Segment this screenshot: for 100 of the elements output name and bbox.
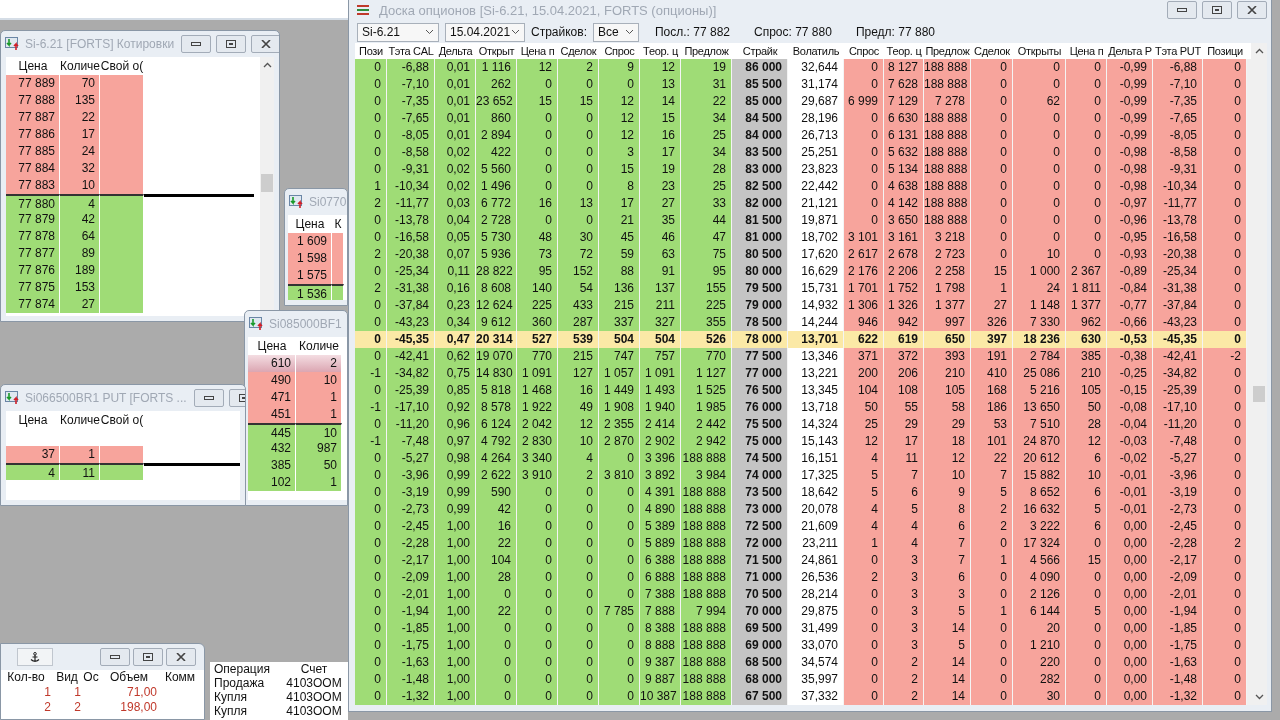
table-row[interactable]: 0 -1,85 1,00 0 0 0 0 8 388 188 888 69 500 31,499 0 3 14 0 20 0 0,00 -1,85 0	[355, 620, 1251, 637]
close-button[interactable]	[166, 648, 196, 666]
table-row[interactable]: 0 -1,63 1,00 0 0 0 0 9 387 188 888 68 500 34,574 0 2 14 0 220 0 0,00 -1,63 0	[355, 654, 1251, 671]
table-row[interactable]: -1 -34,82 0,75 14 830 1 091 127 1 057 1 091 1 127 77 000 13,221 200 206 210 410 25 086 210 -0,25 -34,82 0	[355, 365, 1251, 382]
scroll-up-icon[interactable]	[262, 62, 272, 68]
table-cell: 14	[924, 671, 971, 688]
table-row[interactable]: 0 -1,75 1,00 0 0 0 0 8 888 188 888 69 000 33,070 0 3 5 0 1 210 0 0,00 -1,75 0	[355, 637, 1251, 654]
table-row[interactable]: 2 -31,38 0,16 8 608 140 54 136 137 155 79 500 15,731 1 701 1 752 1 798 1 24 1 811 -0,84 -31,38 0	[355, 280, 1251, 297]
table-cell: 5 560	[476, 161, 517, 178]
minimize-button[interactable]	[100, 648, 130, 666]
table-cell: 17,325	[788, 467, 844, 484]
table-row[interactable]: -1 -7,48 0,97 4 792 2 830 10 2 870 2 902 2 942 75 000 15,143 12 17 18 101 24 870 12 -0,03 -7,48 0	[355, 433, 1251, 450]
table-cell: 0	[971, 620, 1013, 637]
table-row[interactable]: 0 -8,58 0,02 422 0 0 3 17 34 83 500 25,251 0 5 632 188 888 0 0 0 -0,98 -8,58 0	[355, 144, 1251, 161]
table-cell: 1 091	[640, 365, 681, 382]
quote-cell: 64	[60, 228, 100, 245]
table-row[interactable]: 0 -8,05 0,01 2 894 0 0 12 16 25 84 000 26,713 0 6 131 188 888 0 0 0 -0,99 -8,05 0	[355, 127, 1251, 144]
table-row[interactable]: 0 -3,19 0,99 590 0 0 0 4 391 188 888 73 500 18,642 5 6 9 5 8 652 6 -0,01 -3,19 0	[355, 484, 1251, 501]
scroll-thumb[interactable]	[261, 174, 273, 192]
table-cell: 0	[355, 76, 387, 93]
table-cell: 0	[971, 110, 1013, 127]
table-cell: -1,32	[1153, 688, 1203, 705]
close-button[interactable]	[251, 35, 279, 53]
table-row[interactable]: 0 -7,65 0,01 860 0 0 12 15 34 84 500 28,196 0 6 630 188 888 0 0 0 -0,99 -7,65 0	[355, 110, 1251, 127]
table-row[interactable]: 0 -2,17 1,00 104 0 0 0 6 388 188 888 71 500 24,861 0 3 7 1 4 566 15 0,00 -2,17 0	[355, 552, 1251, 569]
table-row[interactable]: 2 -20,38 0,07 5 936 73 72 59 63 75 80 500 17,620 2 617 2 678 2 723 0 10 0 -0,93 -20,38 0	[355, 246, 1251, 263]
table-cell: -25,39	[387, 382, 435, 399]
table-row[interactable]: 0 -7,10 0,01 262 0 0 0 13 31 85 500 31,174 0 7 628 188 888 0 0 0 -0,99 -7,10 0	[355, 76, 1251, 93]
table-row[interactable]: 0 -2,09 1,00 28 0 0 0 6 888 188 888 71 000 26,536 2 3 6 0 4 090 0 0,00 -2,09 0	[355, 569, 1251, 586]
table-cell: 7 888	[640, 603, 681, 620]
table-cell: 327	[640, 314, 681, 331]
table-row[interactable]: 0 -16,58 0,05 5 730 48 30 45 46 47 81 000 18,702 3 101 3 161 3 218 0 0 0 -0,95 -16,58 0	[355, 229, 1251, 246]
table-row[interactable]: 0 -2,73 0,99 42 0 0 0 4 890 188 888 73 000 20,078 4 5 8 2 16 632 5 -0,01 -2,73 0	[355, 501, 1251, 518]
table-row[interactable]: -1 -17,10 0,92 8 578 1 922 49 1 908 1 940 1 985 76 000 13,718 50 55 58 186 13 650 50 -0,08 -17,10 0	[355, 399, 1251, 416]
table-row[interactable]: 0 -2,01 1,00 0 0 0 0 7 388 188 888 70 500 28,214 0 3 3 0 2 126 0 0,00 -2,01 0	[355, 586, 1251, 603]
table-cell: 137	[640, 280, 681, 297]
table-row[interactable]: 0 -2,28 1,00 22 0 0 0 5 889 188 888 72 000 23,211 1 4 7 0 17 324 0 0,00 -2,28 2	[355, 535, 1251, 552]
table-row[interactable]: 0 -11,20 0,96 6 124 2 042 12 2 355 2 414 2 442 75 500 14,324 25 29 29 53 7 510 28 -0,04 -11,20 0	[355, 416, 1251, 433]
minimize-button[interactable]	[181, 35, 212, 53]
table-row[interactable]: 0 -42,41 0,62 19 070 770 215 747 757 770 77 500 13,346 371 372 393 191 2 784 385 -0,38 -42,41 -2	[355, 348, 1251, 365]
strikes-dropdown[interactable]: Все	[593, 22, 639, 42]
table-cell: 25	[681, 178, 732, 195]
quote-cell: 490	[248, 372, 296, 389]
table-row[interactable]: 0 -25,34 0,11 28 822 95 152 88 91 95 80 000 16,629 2 176 2 206 2 258 15 1 000 2 367 -0,89 -25,34 0	[355, 263, 1251, 280]
table-row[interactable]: 0 -9,31 0,02 5 560 0 0 15 19 28 83 000 23,823 0 5 134 188 888 0 0 0 -0,98 -9,31 0	[355, 161, 1251, 178]
table-cell: 10	[1013, 246, 1066, 263]
table-cell-text: 4103OOM	[285, 676, 343, 690]
table-cell: -0,04	[1107, 416, 1153, 433]
table-cell: 410	[971, 365, 1013, 382]
column-header: Количе	[60, 58, 100, 75]
maximize-button[interactable]	[1202, 1, 1232, 19]
maximize-button[interactable]	[216, 35, 247, 53]
maximize-icon	[238, 394, 245, 402]
table-row[interactable]: 0 -37,84 0,23 12 624 225 433 215 211 225 79 000 14,932 1 306 1 326 1 377 27 1 148 1 377 -0,77 -37,84 0	[355, 297, 1251, 314]
table-row[interactable]: 0 -1,32 1,00 0 0 0 0 10 387 188 888 67 500 37,332 0 2 14 0 30 0 0,00 -1,32 0	[355, 688, 1251, 705]
menu-icon[interactable]	[357, 5, 369, 15]
table-cell: 4 142	[884, 195, 924, 212]
table-cell: 0	[517, 535, 558, 552]
table-row[interactable]: 0 -3,96 0,99 2 622 3 910 2 3 810 3 892 3 984 74 000 17,325 5 7 10 7 15 882 10 -0,01 -3,96 0	[355, 467, 1251, 484]
maximize-button[interactable]	[133, 648, 163, 666]
close-button[interactable]	[1237, 1, 1267, 19]
table-row[interactable]: 1 -10,34 0,02 1 496 0 0 8 23 25 82 500 22,442 0 4 638 188 888 0 0 0 -0,98 -10,34 0	[355, 178, 1251, 195]
table-row[interactable]: 0 -1,94 1,00 22 0 0 7 785 7 888 7 994 70 000 29,875 0 3 5 1 6 144 5 0,00 -1,94 0	[355, 603, 1251, 620]
table-cell: 13,221	[788, 365, 844, 382]
table-cell: 0	[355, 671, 387, 688]
table-cell: 0	[1013, 76, 1066, 93]
table-cell: 372	[884, 348, 924, 365]
table-row[interactable]: 2 -11,77 0,03 6 772 16 13 17 27 33 82 000 21,121 0 4 142 188 888 0 0 0 -0,97 -11,77 0	[355, 195, 1251, 212]
table-cell: 46	[640, 229, 681, 246]
table-cell: 0	[971, 671, 1013, 688]
table-row[interactable]: 0 -5,27 0,98 4 264 3 340 4 0 3 396 188 888 74 500 16,151 4 11 12 22 20 612 6 -0,02 -5,27 0	[355, 450, 1251, 467]
table-cell: 9 887	[640, 671, 681, 688]
table-cell: 76 500	[732, 382, 788, 399]
table-cell: -3,96	[1153, 467, 1203, 484]
table-cell: -0,98	[1107, 161, 1153, 178]
table-row[interactable]: 0 -45,35 0,47 20 314 527 539 504 504 526 78 000 13,701 622 619 650 397 18 236 630 -0,53 -45,35 0	[355, 331, 1251, 348]
table-row[interactable]: 0 -2,45 1,00 16 0 0 0 5 389 188 888 72 500 21,609 4 4 6 2 3 222 6 0,00 -2,45 0	[355, 518, 1251, 535]
table-cell: 188 888	[681, 569, 732, 586]
minimize-icon	[1177, 8, 1187, 12]
anchor-button[interactable]	[17, 648, 53, 666]
minimize-button[interactable]	[193, 389, 224, 407]
table-row[interactable]: 0 -13,78 0,04 2 728 0 0 21 35 44 81 500 19,871 0 3 650 188 888 0 0 0 -0,96 -13,78 0	[355, 212, 1251, 229]
table-cell: -0,93	[1107, 246, 1153, 263]
table-cell: -45,35	[387, 331, 435, 348]
scroll-thumb[interactable]	[1253, 386, 1265, 402]
scroll-down-icon[interactable]	[1254, 694, 1264, 700]
table-row[interactable]: 0 -6,88 0,01 1 116 12 2 9 12 19 86 000 32,644 0 8 127 188 888 0 0 0 -0,99 -6,88 0	[355, 59, 1251, 76]
table-row[interactable]: 0 -43,23 0,34 9 612 360 287 337 327 355 78 500 14,244 946 942 997 326 7 330 962 -0,66 -43,23 0	[355, 314, 1251, 331]
table-cell: 0	[1203, 586, 1247, 603]
table-row[interactable]: 0 -25,39 0,85 5 818 1 468 16 1 449 1 493 1 525 76 500 13,345 104 108 105 168 5 216 105 -0,15 -25,39 0	[355, 382, 1251, 399]
table-cell: -1,75	[1153, 637, 1203, 654]
table-row[interactable]: 0 -7,35 0,01 23 652 15 15 12 14 22 85 000 29,687 6 999 7 129 7 278 0 62 0 -0,99 -7,35 0	[355, 93, 1251, 110]
table-cell: 22	[476, 535, 517, 552]
minimize-button[interactable]	[1167, 1, 1197, 19]
scroll-up-icon[interactable]	[1254, 48, 1264, 54]
table-cell: 1,00	[435, 671, 476, 688]
instrument-dropdown[interactable]: Si-6.21	[357, 22, 439, 42]
table-row[interactable]: 0 -1,48 1,00 0 0 0 0 9 887 188 888 68 000 35,997 0 2 14 0 282 0 0,00 -1,48 0	[355, 671, 1251, 688]
table-cell: 91	[640, 263, 681, 280]
date-dropdown[interactable]: 15.04.2021	[445, 22, 525, 42]
